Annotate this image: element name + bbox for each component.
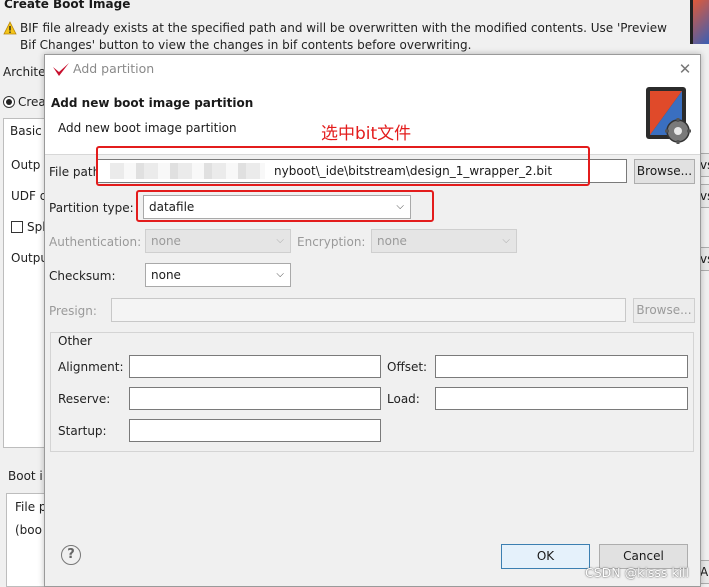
boot-image-gear-icon [646, 87, 691, 144]
alignment-label: Alignment: [58, 360, 124, 374]
presign-input[interactable] [111, 298, 626, 322]
annotation-box-partition [136, 190, 434, 222]
ok-button[interactable]: OK [501, 544, 590, 569]
presign-browse-button[interactable]: Browse... [633, 298, 695, 323]
load-input[interactable] [435, 387, 688, 410]
bg-architecture-label: Archite [3, 65, 46, 79]
bg-boot-image-label: Boot i [8, 469, 43, 483]
bg-warning-text: BIF file already exists at the specified… [20, 21, 667, 52]
help-icon[interactable]: ? [61, 545, 81, 565]
checksum-label: Checksum: [49, 269, 116, 283]
other-legend: Other [58, 334, 93, 348]
chevron-down-icon: ⌵ [276, 235, 284, 246]
reserve-input[interactable] [129, 387, 381, 410]
bg-split-checkbox[interactable] [11, 221, 23, 233]
authentication-select[interactable]: none ⌵ [145, 229, 291, 253]
reserve-label: Reserve: [58, 392, 111, 406]
header-title: Add new boot image partition [51, 96, 254, 110]
bg-window-title: Create Boot Image [4, 0, 131, 11]
bg-app-icon [690, 0, 709, 44]
add-partition-dialog: Add partition ✕ Add new boot image parti… [44, 54, 701, 587]
startup-label: Startup: [58, 424, 107, 438]
startup-input[interactable] [129, 419, 381, 442]
warning-icon [3, 21, 17, 35]
encryption-select[interactable]: none ⌵ [371, 229, 517, 253]
vitis-logo-icon [53, 63, 69, 76]
chevron-down-icon: ⌵ [502, 235, 510, 246]
annotation-text: 选中bit文件 [321, 124, 412, 144]
bg-file-label: File p [15, 500, 47, 514]
alignment-input[interactable] [129, 355, 381, 378]
load-label: Load: [387, 392, 420, 406]
bg-boot-label: (boo [15, 523, 42, 537]
close-icon[interactable]: ✕ [677, 61, 693, 77]
checksum-value: none [151, 268, 181, 282]
chevron-down-icon: ⌵ [276, 269, 284, 280]
encryption-label: Encryption: [297, 235, 366, 249]
bg-udf-label: UDF d [11, 189, 48, 203]
presign-label: Presign: [49, 304, 97, 318]
bg-create-label: Crea [18, 95, 46, 109]
partition-type-label: Partition type: [49, 201, 134, 215]
authentication-label: Authentication: [49, 235, 142, 249]
dialog-title: Add partition [73, 61, 155, 76]
bg-output-label: Outp [11, 158, 41, 172]
header-subtitle: Add new boot image partition [58, 121, 237, 135]
dialog-titlebar: Add partition ✕ [45, 55, 700, 85]
bg-basic-tab[interactable]: Basic [10, 124, 42, 138]
checksum-select[interactable]: none ⌵ [145, 263, 291, 287]
bg-create-radio[interactable] [3, 96, 15, 108]
csdn-watermark: CSDN @kisss kill [585, 565, 689, 580]
authentication-value: none [151, 234, 181, 248]
offset-input[interactable] [435, 355, 688, 378]
bg-output2-label: Outpu [11, 251, 48, 265]
encryption-value: none [377, 234, 407, 248]
annotation-box-file [96, 146, 590, 186]
offset-label: Offset: [387, 360, 428, 374]
bg-split-label: Spl [27, 220, 46, 234]
browse-button[interactable]: Browse... [634, 159, 695, 184]
